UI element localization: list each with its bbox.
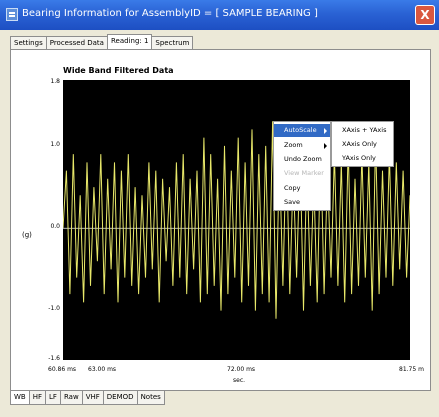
bottom-tab-bar: WB HF LF Raw VHF DEMOD Notes [10, 391, 165, 405]
top-tab-bar: Settings Processed Data Reading: 1 Spect… [10, 34, 194, 49]
close-icon: X [420, 8, 430, 22]
menu-item-label: Save [284, 198, 300, 206]
menu-item-label: View Marker [284, 169, 324, 177]
submenu-item-xaxis-only[interactable]: XAxis Only [332, 138, 393, 150]
x-axis-label: sec. [233, 377, 246, 384]
y-tick-label: 0.0 [50, 223, 60, 230]
menu-item-save[interactable]: Save [274, 196, 330, 209]
tab-notes[interactable]: Notes [136, 391, 165, 405]
y-tick-label: 1.8 [50, 78, 60, 85]
x-tick-label: 63.00 ms [88, 366, 117, 373]
tab-spectrum[interactable]: Spectrum [151, 36, 194, 49]
close-button[interactable]: X [415, 5, 435, 25]
autoscale-submenu: XAxis + YAxis XAxis Only YAxis Only [331, 121, 394, 167]
app-window: Bearing Information for AssemblyID = [ S… [0, 0, 439, 417]
tab-lf[interactable]: LF [45, 391, 61, 405]
x-tick-label: 60.86 ms [48, 366, 77, 373]
app-icon [6, 8, 18, 21]
y-tick-label: 1.0 [50, 141, 60, 148]
tab-processed-data[interactable]: Processed Data [45, 36, 108, 49]
x-tick-label: 81.75 m [399, 366, 424, 373]
tab-demod[interactable]: DEMOD [102, 391, 138, 405]
menu-item-copy[interactable]: Copy [274, 182, 330, 195]
menu-item-autoscale[interactable]: AutoScale [274, 124, 330, 137]
window-title: Bearing Information for AssemblyID = [ S… [22, 8, 318, 19]
submenu-item-xaxis-yaxis[interactable]: XAxis + YAxis [332, 124, 393, 136]
menu-item-label: AutoScale [284, 126, 317, 134]
submenu-arrow-icon [324, 143, 327, 149]
menu-item-view-marker: View Marker [274, 167, 330, 180]
tab-vhf[interactable]: VHF [81, 391, 104, 405]
menu-item-label: Zoom [284, 141, 303, 149]
title-bar[interactable]: Bearing Information for AssemblyID = [ S… [0, 0, 439, 30]
menu-item-label: Copy [284, 184, 301, 192]
tab-reading-1[interactable]: Reading: 1 [106, 34, 153, 49]
menu-item-label: Undo Zoom [284, 155, 322, 163]
y-tick-label: -1.6 [48, 355, 60, 362]
tab-hf[interactable]: HF [28, 391, 47, 405]
submenu-arrow-icon [324, 128, 327, 134]
menu-item-zoom[interactable]: Zoom [274, 139, 330, 152]
tab-wb[interactable]: WB [10, 391, 30, 405]
x-tick-label: 72.00 ms [227, 366, 256, 373]
context-menu: AutoScale Zoom Undo Zoom View Marker Cop… [273, 121, 331, 211]
tab-settings[interactable]: Settings [10, 36, 47, 49]
chart-title: Wide Band Filtered Data [63, 66, 174, 75]
tab-raw[interactable]: Raw [59, 391, 83, 405]
submenu-item-yaxis-only[interactable]: YAxis Only [332, 152, 393, 164]
y-axis-label: (g) [22, 231, 32, 239]
menu-item-undo-zoom[interactable]: Undo Zoom [274, 153, 330, 166]
y-tick-label: -1.0 [48, 305, 60, 312]
